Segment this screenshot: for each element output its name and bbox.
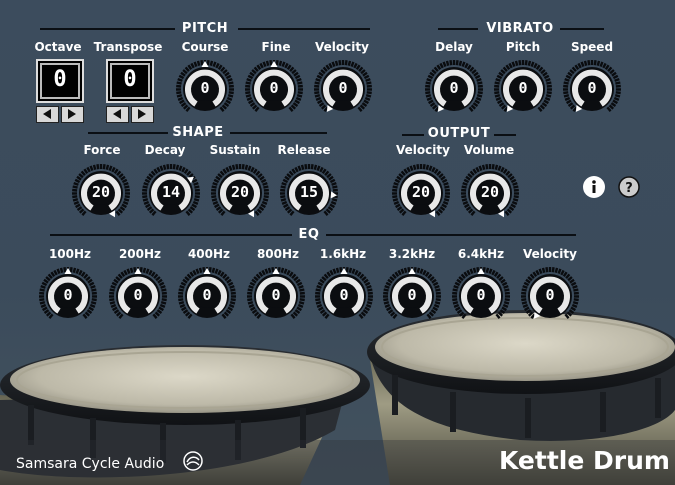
knob-value: 0: [63, 286, 73, 304]
arrow-right-icon: [138, 109, 146, 119]
volume-label: Volume: [463, 143, 515, 157]
delay-knob[interactable]: 0: [423, 58, 485, 120]
force-knob[interactable]: 20: [70, 162, 132, 224]
section-title-pitch: PITCH: [181, 21, 229, 36]
brand-name: Samsara Cycle Audio: [16, 456, 165, 472]
product-title: Kettle Drum: [499, 446, 670, 475]
pitch-velocity-label: Velocity: [315, 40, 369, 54]
vibrato-line-right: [560, 28, 604, 30]
eq-1.6khz-knob[interactable]: 0: [313, 265, 375, 327]
knob-value: 20: [230, 183, 250, 201]
fine-knob[interactable]: 0: [243, 58, 305, 120]
knob-value: 0: [133, 286, 143, 304]
eq-velocity-label: Velocity: [523, 247, 577, 261]
eq-6.4khz-knob[interactable]: 0: [450, 265, 512, 327]
knob-value: 0: [518, 79, 528, 97]
info-button[interactable]: [583, 176, 605, 198]
eq-velocity-knob[interactable]: 0: [519, 265, 581, 327]
transpose-increment-button[interactable]: [131, 106, 154, 123]
eq-800hz-knob[interactable]: 0: [245, 265, 307, 327]
release-knob[interactable]: 15: [278, 162, 340, 224]
section-title-vibrato: VIBRATO: [486, 21, 554, 36]
knob-value: 0: [339, 286, 349, 304]
brand-logo-icon: [183, 451, 203, 471]
volume-knob[interactable]: 20: [459, 162, 521, 224]
arrow-left-icon: [43, 109, 51, 119]
help-icon: ?: [618, 176, 640, 198]
section-title-eq: EQ: [298, 227, 320, 242]
shape-line-right: [230, 132, 327, 134]
output-velocity-knob[interactable]: 20: [390, 162, 452, 224]
section-title-output: OUTPUT: [427, 126, 491, 141]
svg-text:?: ?: [625, 181, 633, 196]
help-button[interactable]: ?: [618, 176, 640, 198]
vibrato-pitch-knob[interactable]: 0: [492, 58, 554, 120]
knob-value: 0: [269, 79, 279, 97]
speed-label: Speed: [570, 40, 614, 54]
pitch-velocity-knob[interactable]: 0: [312, 58, 374, 120]
knob-value: 20: [411, 183, 431, 201]
knob-value: 0: [587, 79, 597, 97]
eq-3.2khz-knob[interactable]: 0: [381, 265, 443, 327]
knob-value: 15: [299, 183, 319, 201]
shape-line-left: [88, 132, 168, 134]
pitch-line-right: [238, 28, 370, 30]
output-line-right: [494, 134, 516, 136]
transpose-stepper: 0: [105, 59, 155, 123]
knob-value: 14: [161, 183, 181, 201]
section-title-shape: SHAPE: [172, 125, 224, 140]
octave-decrement-button[interactable]: [36, 106, 59, 123]
eq-400hz-knob[interactable]: 0: [176, 265, 238, 327]
octave-increment-button[interactable]: [61, 106, 84, 123]
sustain-knob[interactable]: 20: [209, 162, 271, 224]
knob-value: 0: [200, 79, 210, 97]
arrow-right-icon: [68, 109, 76, 119]
release-label: Release: [277, 143, 331, 157]
transpose-value: 0: [123, 67, 137, 92]
vibrato-line-left: [438, 28, 478, 30]
knob-value: 0: [476, 286, 486, 304]
eq-200hz-knob[interactable]: 0: [107, 265, 169, 327]
transpose-decrement-button[interactable]: [106, 106, 129, 123]
arrow-left-icon: [113, 109, 121, 119]
knob-value: 0: [338, 79, 348, 97]
octave-stepper: 0: [35, 59, 85, 123]
info-icon: [584, 177, 604, 197]
knob-value: 0: [202, 286, 212, 304]
eq-line-left: [50, 234, 292, 236]
course-knob[interactable]: 0: [174, 58, 236, 120]
transpose-display: 0: [106, 59, 154, 103]
knob-value: 0: [271, 286, 281, 304]
eq-100hz-knob[interactable]: 0: [37, 265, 99, 327]
knob-value: 20: [480, 183, 500, 201]
octave-value: 0: [53, 67, 67, 92]
pitch-line-left: [40, 28, 175, 30]
decay-knob[interactable]: 14: [140, 162, 202, 224]
knob-value: 0: [407, 286, 417, 304]
plugin-window: PITCH VIBRATO SHAPE OUTPUT EQ Octave 0 T…: [0, 0, 675, 485]
knob-value: 0: [449, 79, 459, 97]
knob-value: 0: [545, 286, 555, 304]
output-line-left: [402, 134, 424, 136]
octave-display: 0: [36, 59, 84, 103]
eq-line-right: [326, 234, 576, 236]
speed-knob[interactable]: 0: [561, 58, 623, 120]
knob-value: 20: [91, 183, 111, 201]
